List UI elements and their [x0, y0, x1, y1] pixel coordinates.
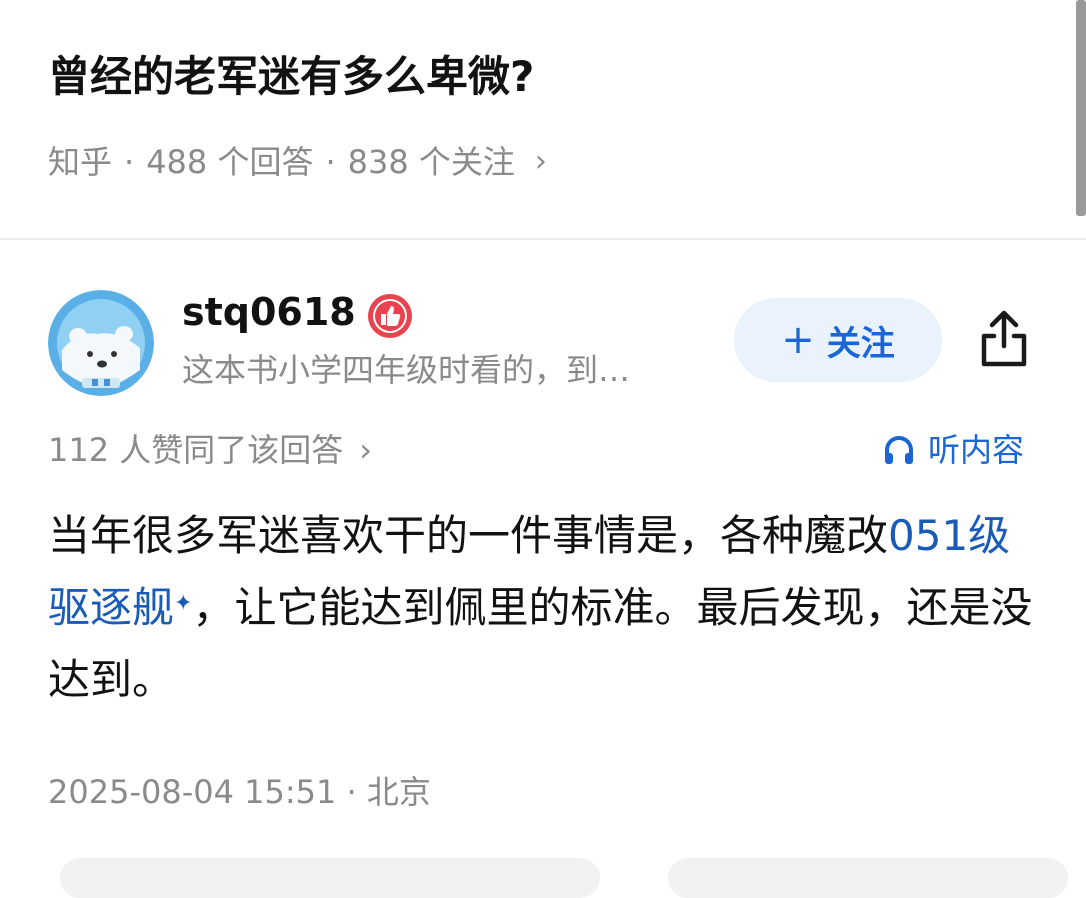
author-bio: 这本书小学四年级时看的，到… — [182, 351, 631, 389]
author-name[interactable]: stq0618 — [182, 290, 356, 336]
answer-body: 当年很多军迷喜欢干的一件事情是，各种魔改051级驱逐舰✦，让它能达到佩里的标准。… — [48, 500, 1048, 716]
answer-text: ，让它能达到佩里的标准。最后发现，还是没达到。 — [48, 583, 1033, 704]
section-divider — [0, 238, 1086, 240]
location: 北京 — [366, 773, 431, 811]
headphones-icon — [885, 436, 913, 465]
scrollbar[interactable] — [1076, 0, 1086, 216]
bottom-action-bar[interactable] — [668, 858, 1068, 898]
question-title[interactable]: 曾经的老军迷有多么卑微? — [48, 52, 534, 102]
chevron-right-icon: › — [534, 144, 547, 180]
thumbs-up-badge-icon — [366, 292, 414, 340]
separator-dot: · — [346, 773, 357, 811]
separator-dot: · — [325, 143, 336, 181]
avatar[interactable] — [48, 290, 154, 396]
followers-count: 838 个关注 — [347, 143, 515, 181]
polar-bear-astronaut-avatar — [48, 290, 154, 396]
source-label: 知乎 — [48, 143, 113, 181]
follow-button[interactable]: + 关注 — [734, 298, 942, 382]
separator-dot: · — [124, 143, 135, 181]
approval-text: 112 人赞同了该回答 — [48, 431, 344, 469]
bottom-action-bar[interactable] — [60, 858, 600, 898]
approval-count[interactable]: 112 人赞同了该回答 › — [48, 428, 372, 473]
plus-icon: + — [781, 317, 815, 363]
sparkle-icon: ✦ — [174, 591, 193, 616]
timestamp: 2025-08-04 15:51 — [48, 773, 337, 811]
listen-label: 听内容 — [928, 431, 1025, 469]
answer-text: 当年很多军迷喜欢干的一件事情是，各种魔改 — [48, 511, 889, 560]
chevron-right-icon: › — [359, 431, 373, 469]
answer-meta: 2025-08-04 15:51 · 北京 — [48, 770, 431, 815]
share-icon[interactable] — [976, 308, 1032, 370]
answers-count: 488 个回答 — [146, 143, 314, 181]
follow-label: 关注 — [826, 323, 895, 364]
question-meta[interactable]: 知乎 · 488 个回答 · 838 个关注 › — [48, 140, 547, 185]
listen-button[interactable]: 听内容 — [882, 428, 1024, 473]
